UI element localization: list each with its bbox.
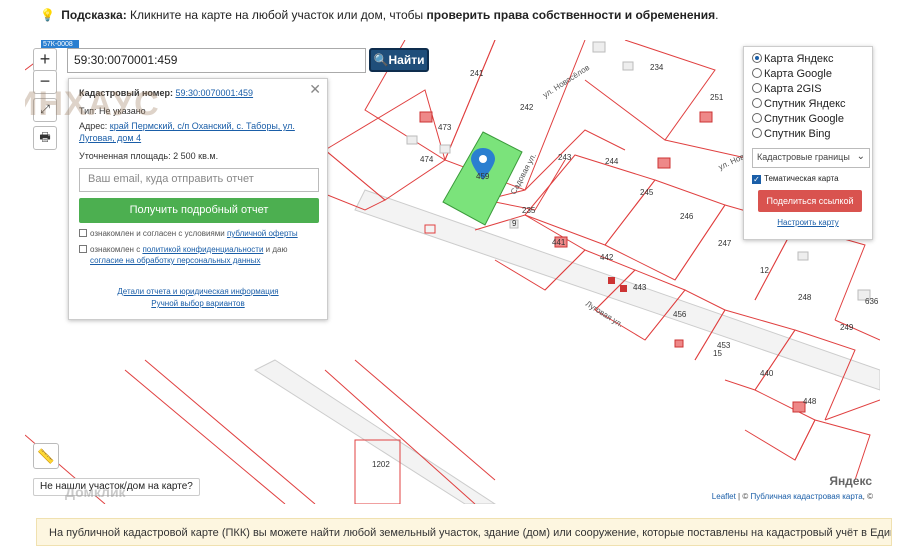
street-label: Луговая ул.: [584, 299, 625, 329]
parcel-label: 242: [520, 103, 534, 112]
radio-icon[interactable]: [752, 68, 762, 78]
parcel-label: 636: [865, 297, 879, 306]
agree-privacy-row: ознакомлен с политикой конфиденциальност…: [79, 244, 317, 266]
parcel-label: 459: [476, 172, 490, 181]
offer-link[interactable]: публичной оферты: [227, 229, 298, 238]
lightbulb-icon: 💡: [40, 8, 55, 22]
manual-choice-link[interactable]: Ручной выбор вариантов: [151, 299, 244, 308]
popup-links: Детали отчета и юридическая информация Р…: [79, 286, 317, 310]
hint-label: Подсказка:: [61, 8, 127, 22]
layer-option[interactable]: Спутник Bing: [752, 127, 864, 142]
parcel-label: 15: [713, 349, 722, 358]
parcel-label: 448: [803, 397, 817, 406]
layer-option[interactable]: Спутник Google: [752, 112, 864, 127]
parcel-label: 235: [522, 206, 536, 215]
parcel-label: 247: [718, 239, 732, 248]
parcel-label: 248: [798, 293, 812, 302]
hint-text: Кликните на карте на любой участок или д…: [130, 8, 424, 22]
parcel-label: 473: [438, 123, 452, 132]
radio-icon[interactable]: [752, 98, 762, 108]
parcel-label: 474: [420, 155, 434, 164]
parcel-label: 12: [760, 266, 769, 275]
attribution: Leaflet | © Публичная кадастровая карта,…: [709, 492, 875, 501]
overlay-select[interactable]: Кадастровые границы ⌄: [752, 148, 870, 168]
consent-link[interactable]: согласие на обработку персональных данны…: [90, 256, 260, 265]
area-row: Уточненная площадь: 2 500 кв.м.: [79, 151, 219, 161]
parcel-label: 443: [633, 283, 647, 292]
inhaus-watermark: ИНХАУС: [25, 85, 160, 123]
road-sign: 57К-0008: [43, 41, 73, 48]
agree-offer-row: ознакомлен и согласен с условиями публич…: [79, 228, 317, 239]
parcel-label: 245: [640, 188, 654, 197]
radio-icon[interactable]: [752, 128, 762, 138]
leaflet-link[interactable]: Leaflet: [712, 492, 736, 501]
get-report-button[interactable]: Получить подробный отчет: [79, 198, 319, 223]
agree-offer-checkbox[interactable]: [79, 229, 87, 237]
parcel-label: 241: [470, 69, 484, 78]
parcel-label: 244: [605, 157, 619, 166]
radio-icon[interactable]: [752, 113, 762, 123]
parcel-label: 9: [512, 219, 517, 228]
cadastral-map[interactable]: 241 242 234 251 473 474 459 243 244 245 …: [25, 40, 880, 504]
cadastral-link[interactable]: 59:30:0070001:459: [175, 88, 253, 98]
parcel-label: 442: [600, 253, 614, 262]
print-icon[interactable]: 🖶: [33, 126, 57, 150]
layer-option[interactable]: Карта Яндекс: [752, 52, 864, 67]
layer-option[interactable]: Спутник Яндекс: [752, 97, 864, 112]
zoom-in-button[interactable]: +: [33, 48, 57, 72]
search-button[interactable]: 🔍Найти: [369, 48, 429, 72]
domclick-watermark: Домклик: [65, 484, 126, 500]
email-field[interactable]: Ваш email, куда отправить отчет: [79, 168, 319, 192]
thematic-checkbox[interactable]: ✓: [752, 175, 761, 184]
chevron-down-icon: ⌄: [856, 151, 865, 162]
share-link-button[interactable]: Поделиться ссылкой: [758, 190, 862, 212]
parcel-label: 440: [760, 369, 774, 378]
parcel-label: 246: [680, 212, 694, 221]
hint-bold: проверить права собственности и обремене…: [426, 8, 716, 22]
parcel-label: 441: [552, 238, 566, 247]
search-icon: 🔍: [373, 53, 389, 67]
hint-bar: 💡 Подсказка: Кликните на карте на любой …: [40, 8, 719, 22]
radio-icon[interactable]: [752, 83, 762, 93]
ruler-icon[interactable]: 📏: [33, 443, 59, 469]
pkk-link[interactable]: Публичная кадастровая карта: [750, 492, 862, 501]
settings-link[interactable]: Настроить карту: [752, 218, 864, 227]
close-icon[interactable]: ✕: [309, 81, 321, 98]
details-link[interactable]: Детали отчета и юридическая информация: [117, 287, 278, 296]
privacy-link[interactable]: политикой конфиденциальности: [142, 245, 263, 254]
parcel-label: 251: [710, 93, 724, 102]
parcel-label: 234: [650, 63, 664, 72]
agree-privacy-checkbox[interactable]: [79, 245, 87, 253]
info-footer: На публичной кадастровой карте (ПКК) вы …: [36, 518, 892, 546]
address-link[interactable]: край Пермский, с/п Оханский, с. Таборы, …: [79, 121, 295, 143]
thematic-row[interactable]: ✓ Тематическая карта: [752, 174, 864, 184]
yandex-logo: Яндекс: [829, 474, 872, 488]
search-input[interactable]: 59:30:0070001:459: [67, 48, 366, 73]
street-label: ул. Новосёлов: [541, 63, 591, 100]
layer-option[interactable]: Карта 2GIS: [752, 82, 864, 97]
parcel-label: 243: [558, 153, 572, 162]
parcel-label: 456: [673, 310, 687, 319]
footer-text: На публичной кадастровой карте (ПКК) вы …: [49, 527, 892, 539]
parcel-label: 1202: [372, 460, 390, 469]
layer-option[interactable]: Карта Google: [752, 67, 864, 82]
radio-icon[interactable]: [752, 53, 762, 63]
parcel-label: 249: [840, 323, 854, 332]
layers-panel: Карта Яндекс Карта Google Карта 2GIS Спу…: [743, 46, 873, 240]
